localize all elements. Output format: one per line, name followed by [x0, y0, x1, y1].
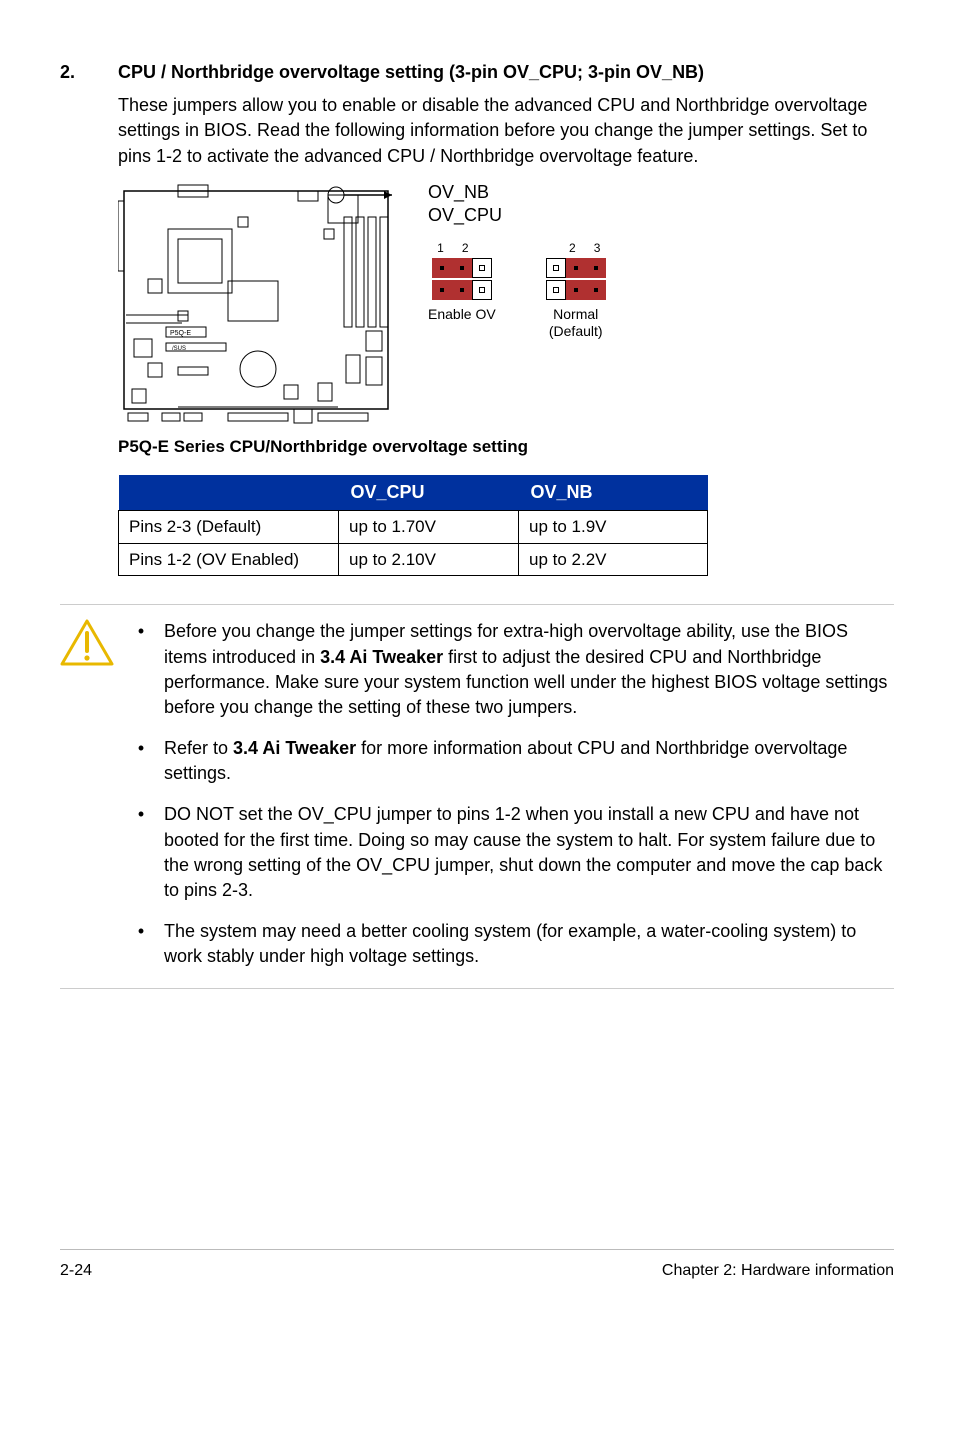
jumper-caption-default: (Default): [549, 323, 603, 339]
page-footer: 2-24 Chapter 2: Hardware information: [60, 1249, 894, 1282]
callout-bold: 3.4 Ai Tweaker: [320, 647, 443, 667]
callout-item: • The system may need a better cooling s…: [136, 919, 894, 969]
callout-bold: 3.4 Ai Tweaker: [233, 738, 356, 758]
svg-text:/SUS: /SUS: [172, 346, 186, 352]
motherboard-diagram: P5Q-E /SUS: [118, 181, 396, 429]
pin-num: 2: [569, 240, 576, 257]
table-row: Pins 2-3 (Default) up to 1.70V up to 1.9…: [119, 510, 708, 543]
pin-num: 3: [594, 240, 601, 257]
section-body: These jumpers allow you to enable or dis…: [118, 93, 894, 169]
callout-item: • DO NOT set the OV_CPU jumper to pins 1…: [136, 802, 894, 903]
bullet-icon: •: [136, 919, 146, 969]
jumper-enable-ov: 1 2 Enable OV: [428, 240, 496, 324]
row-ov-cpu: up to 1.70V: [339, 510, 519, 543]
table-header-ov-cpu: OV_CPU: [339, 475, 519, 511]
jumper-normal: 2 3 Normal (: [546, 240, 606, 340]
row-label: Pins 1-2 (OV Enabled): [119, 543, 339, 576]
jumper-label-nb: OV_NB: [428, 181, 489, 204]
row-ov-cpu: up to 2.10V: [339, 543, 519, 576]
callout-text: Refer to: [164, 738, 233, 758]
table-header-blank: [119, 475, 339, 511]
chapter-label: Chapter 2: Hardware information: [662, 1260, 894, 1282]
bullet-icon: •: [136, 619, 146, 720]
callout-text: The system may need a better cooling sys…: [164, 921, 856, 966]
table-header-ov-nb: OV_NB: [519, 475, 708, 511]
bullet-icon: •: [136, 736, 146, 786]
caution-callout: • Before you change the jumper settings …: [60, 604, 894, 988]
diagram-title: P5Q-E Series CPU/Northbridge overvoltage…: [118, 435, 894, 459]
voltage-table: OV_CPU OV_NB Pins 2-3 (Default) up to 1.…: [118, 475, 708, 577]
board-label: P5Q-E: [170, 330, 191, 337]
caution-icon: [60, 619, 114, 969]
jumper-caption-normal: Normal: [553, 306, 598, 322]
callout-text: DO NOT set the OV_CPU jumper to pins 1-2…: [164, 804, 882, 900]
pin-num: 2: [462, 240, 469, 257]
page-number: 2-24: [60, 1260, 92, 1282]
row-ov-nb: up to 2.2V: [519, 543, 708, 576]
row-label: Pins 2-3 (Default): [119, 510, 339, 543]
jumper-label-cpu: OV_CPU: [428, 204, 606, 227]
row-ov-nb: up to 1.9V: [519, 510, 708, 543]
diagram: P5Q-E /SUS OV_NB O: [118, 181, 894, 429]
callout-item: • Before you change the jumper settings …: [136, 619, 894, 720]
jumper-legend: OV_NB OV_CPU 1 2: [428, 181, 606, 340]
table-row: Pins 1-2 (OV Enabled) up to 2.10V up to …: [119, 543, 708, 576]
callout-item: • Refer to 3.4 Ai Tweaker for more infor…: [136, 736, 894, 786]
pin-num: 1: [437, 240, 444, 257]
jumper-caption-enable: Enable OV: [428, 306, 496, 323]
section-number: 2.: [60, 60, 88, 85]
bullet-icon: •: [136, 802, 146, 903]
section-title: CPU / Northbridge overvoltage setting (3…: [118, 60, 704, 85]
